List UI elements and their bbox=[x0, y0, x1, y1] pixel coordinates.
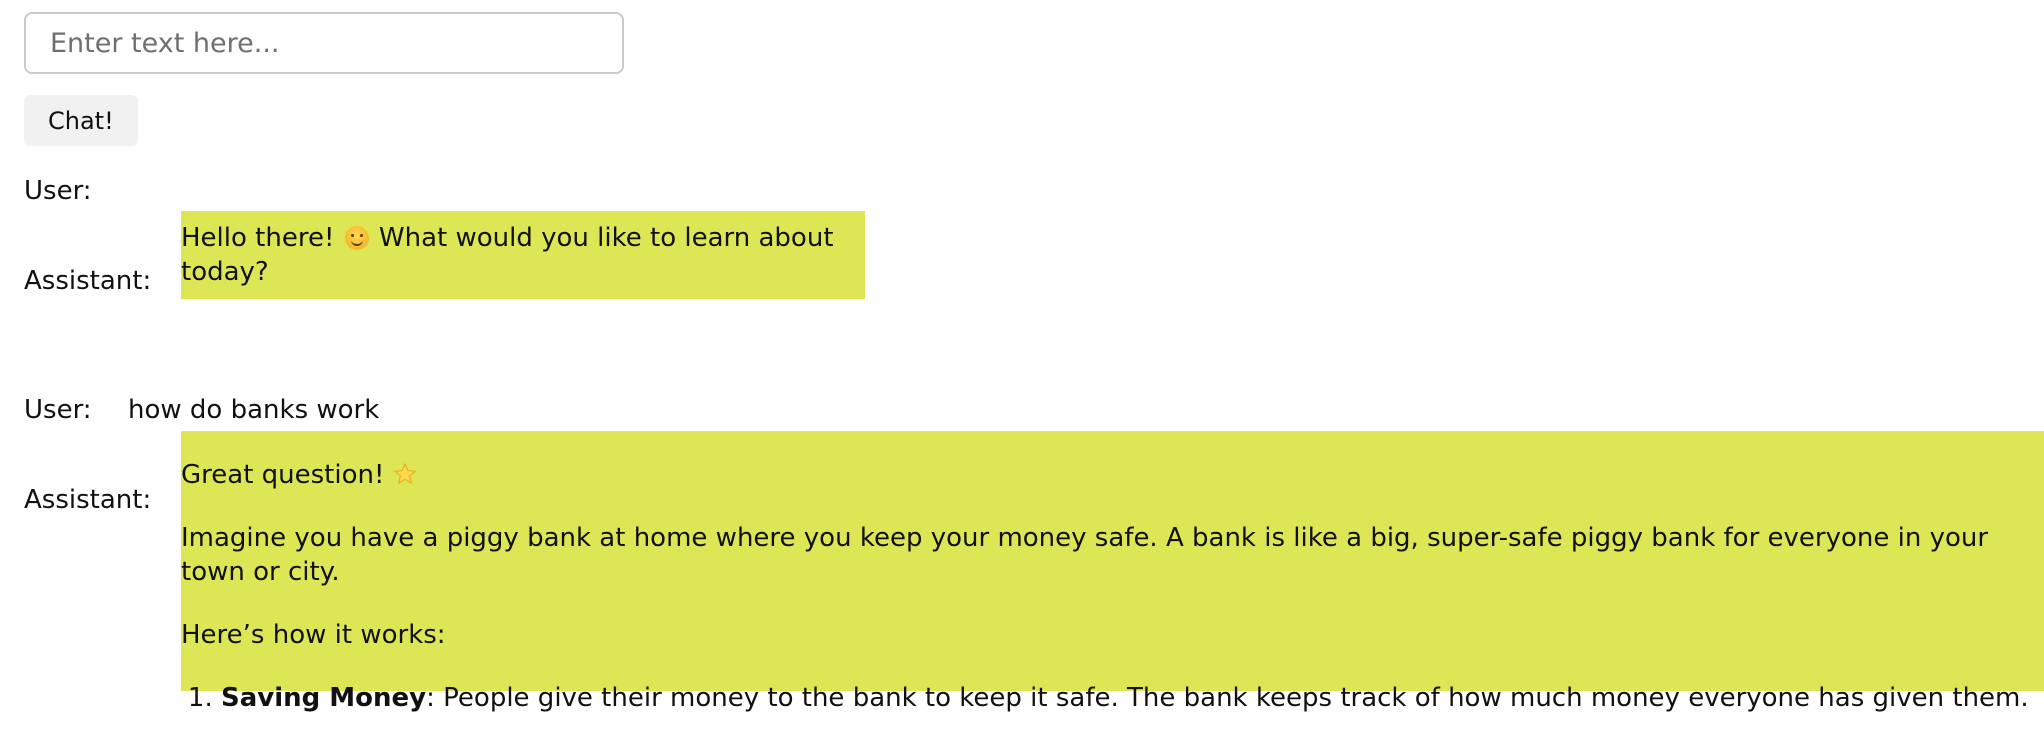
assistant-text: Great question! bbox=[181, 460, 385, 490]
assistant-bubble: Great question! Imagine you have a piggy… bbox=[181, 431, 2044, 713]
list-item: Saving Money: People give their money to… bbox=[221, 681, 2044, 715]
message-role-label: User: bbox=[24, 176, 92, 206]
assistant-text: Hello there! bbox=[181, 223, 335, 253]
list-item-text: : People give their money to the bank to… bbox=[426, 683, 2029, 713]
message-role-label: Assistant: bbox=[24, 485, 152, 515]
chat-text-input[interactable] bbox=[24, 12, 624, 74]
star-icon bbox=[393, 462, 416, 485]
chat-button[interactable]: Chat! bbox=[24, 95, 138, 146]
assistant-paragraph: Imagine you have a piggy bank at home wh… bbox=[181, 523, 1989, 587]
steps-list: Saving Money: People give their money to… bbox=[181, 681, 2044, 715]
message-role-label: User: bbox=[24, 395, 92, 425]
smiling-face-icon bbox=[344, 226, 369, 250]
assistant-paragraph: Here’s how it works: bbox=[181, 620, 446, 650]
assistant-bubble: Hello there! What would you like to lear… bbox=[181, 211, 865, 299]
list-item-title: Saving Money bbox=[221, 683, 427, 713]
message-role-label: Assistant: bbox=[24, 266, 152, 296]
message-user-text: how do banks work bbox=[128, 395, 380, 425]
